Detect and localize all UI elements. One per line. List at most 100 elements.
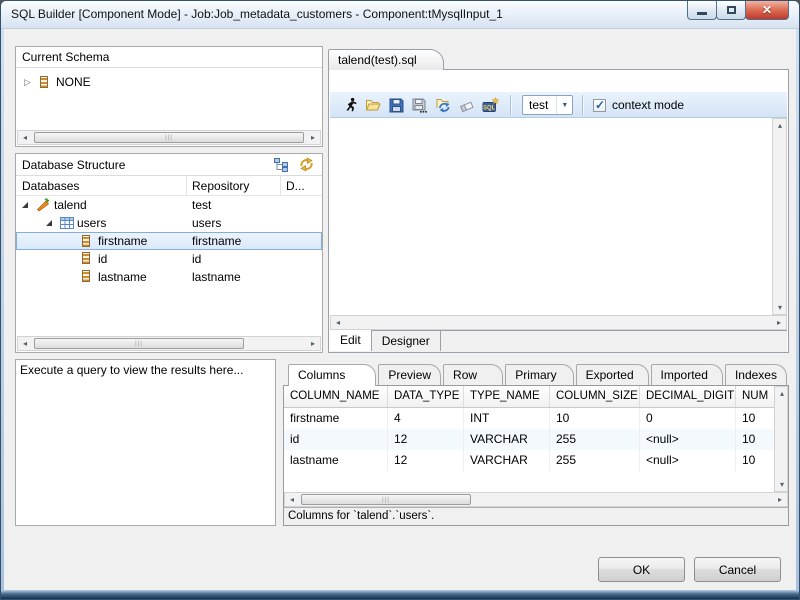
scroll-down-icon[interactable]: ▾	[775, 478, 789, 491]
tab-columns[interactable]: Columns	[288, 364, 376, 386]
cell: 0	[640, 408, 736, 429]
schema-tree-item-none[interactable]: ▷ NONE	[16, 73, 322, 91]
tree-row-firstname[interactable]: firstname firstname	[16, 232, 322, 250]
window-border-right	[796, 28, 799, 599]
editor-vscrollbar[interactable]: ▴ ▾	[772, 118, 787, 315]
tab-designer[interactable]: Designer	[372, 331, 441, 351]
cell: 12	[388, 450, 464, 471]
scroll-right-icon[interactable]: ▸	[773, 493, 787, 506]
expand-open-icon[interactable]	[22, 202, 28, 208]
context-mode-checkbox[interactable]	[593, 98, 606, 112]
window-title: SQL Builder [Component Mode] - Job:Job_m…	[11, 1, 503, 28]
tree-row-talend[interactable]: talend test	[16, 196, 322, 214]
scroll-right-icon[interactable]: ▸	[306, 131, 320, 144]
window-border-bottom	[1, 590, 799, 599]
new-sql-editor-button[interactable]: SQL	[480, 95, 500, 115]
tab-edit[interactable]: Edit	[330, 330, 372, 351]
chevron-down-icon[interactable]: ▼	[556, 96, 572, 114]
scroll-left-icon[interactable]: ◂	[331, 316, 345, 329]
database-connection-icon	[36, 198, 50, 212]
editor-mode-tabs: Edit Designer	[330, 330, 787, 351]
maximize-icon	[727, 6, 736, 14]
save-as-button[interactable]	[409, 95, 429, 115]
tree-row-lastname[interactable]: lastname lastname	[16, 268, 322, 286]
open-button[interactable]	[363, 95, 383, 115]
tab-preview[interactable]: Preview	[378, 364, 441, 386]
cell: 255	[550, 429, 640, 450]
scroll-left-icon[interactable]: ◂	[18, 131, 32, 144]
grid-col-header[interactable]: NUM	[736, 386, 774, 407]
editor-hscrollbar[interactable]: ◂ ▸	[330, 315, 787, 330]
scrollbar-thumb[interactable]: |||	[301, 494, 471, 505]
database-structure-title: Database Structure	[22, 158, 125, 172]
table-vscrollbar[interactable]: ▴ ▾	[774, 386, 788, 492]
current-schema-hscrollbar[interactable]: ◂ ▸ |||	[17, 130, 321, 145]
scroll-down-icon[interactable]: ▾	[773, 301, 787, 314]
results-panel: Execute a query to view the results here…	[15, 359, 276, 526]
tab-exported-keys[interactable]: Exported Keys	[576, 364, 649, 386]
cell: id	[284, 429, 388, 450]
close-button[interactable]: ✕	[745, 1, 789, 20]
execute-query-button[interactable]	[340, 95, 360, 115]
grid-col-header[interactable]: COLUMN_NAME	[284, 386, 388, 407]
minimize-icon	[697, 12, 707, 15]
col-header-databases[interactable]: Databases	[22, 176, 79, 196]
scroll-left-icon[interactable]: ◂	[18, 337, 32, 350]
expand-collapsed-icon[interactable]: ▷	[24, 73, 31, 91]
table-hscrollbar[interactable]: ◂ ▸ |||	[284, 492, 788, 507]
columns-table-body: COLUMN_NAME DATA_TYPE TYPE_NAME COLUMN_S…	[283, 385, 789, 526]
refresh-icon[interactable]	[299, 157, 314, 172]
table-row[interactable]: lastname 12 VARCHAR 255 <null> 10	[284, 450, 774, 471]
columns-table-header: COLUMN_NAME DATA_TYPE TYPE_NAME COLUMN_S…	[284, 386, 774, 408]
tree-row-users[interactable]: users users	[16, 214, 322, 232]
scroll-right-icon[interactable]: ▸	[772, 316, 786, 329]
scrollbar-thumb[interactable]: |||	[34, 338, 244, 349]
eraser-icon	[459, 98, 475, 113]
minimize-button[interactable]	[687, 1, 717, 20]
save-button[interactable]	[386, 95, 406, 115]
cell: 10	[736, 450, 774, 471]
sql-new-icon: SQL	[482, 97, 499, 113]
sql-file-tab[interactable]: talend(test).sql	[328, 49, 444, 70]
column-icon	[82, 270, 90, 282]
sql-text-area[interactable]	[330, 118, 772, 315]
collapse-tree-icon[interactable]	[274, 158, 288, 172]
svg-text:SQL: SQL	[483, 106, 496, 112]
clear-button[interactable]	[457, 95, 477, 115]
scroll-up-icon[interactable]: ▴	[773, 119, 787, 132]
tree-repository-value: id	[192, 250, 201, 268]
titlebar[interactable]: SQL Builder [Component Mode] - Job:Job_m…	[1, 1, 799, 29]
tab-primary-keys[interactable]: Primary Keys	[505, 364, 573, 386]
cell: lastname	[284, 450, 388, 471]
tree-label: lastname	[98, 268, 147, 286]
cell: 10	[550, 408, 640, 429]
scroll-up-icon[interactable]: ▴	[775, 387, 789, 400]
refresh-editor-button[interactable]	[434, 95, 454, 115]
tab-indexes[interactable]: Indexes	[725, 364, 787, 386]
tree-row-id[interactable]: id id	[16, 250, 322, 268]
maximize-button[interactable]	[716, 1, 746, 20]
column-divider[interactable]	[280, 176, 281, 196]
scrollbar-thumb[interactable]: |||	[34, 132, 304, 143]
ok-button[interactable]: OK	[598, 557, 685, 582]
results-placeholder: Execute a query to view the results here…	[20, 363, 243, 377]
tab-imported-keys[interactable]: Imported Keys	[651, 364, 723, 386]
col-header-repository[interactable]: Repository	[192, 176, 249, 196]
cell: 12	[388, 429, 464, 450]
scroll-left-icon[interactable]: ◂	[285, 493, 299, 506]
table-row[interactable]: firstname 4 INT 10 0 10	[284, 408, 774, 429]
cancel-button[interactable]: Cancel	[694, 557, 781, 582]
column-divider[interactable]	[186, 176, 187, 196]
window-border-left	[1, 28, 4, 599]
grid-col-header[interactable]: DECIMAL_DIGITS	[640, 386, 736, 407]
table-row[interactable]: id 12 VARCHAR 255 <null> 10	[284, 429, 774, 450]
grid-col-header[interactable]: TYPE_NAME	[464, 386, 550, 407]
tab-row-count[interactable]: Row Count	[443, 364, 503, 386]
structure-hscrollbar[interactable]: ◂ ▸ |||	[17, 336, 321, 351]
grid-col-header[interactable]: COLUMN_SIZE	[550, 386, 640, 407]
scroll-right-icon[interactable]: ▸	[306, 337, 320, 350]
grid-col-header[interactable]: DATA_TYPE	[388, 386, 464, 407]
col-header-d[interactable]: D...	[286, 176, 305, 196]
expand-open-icon[interactable]	[46, 220, 52, 226]
connection-combo[interactable]: test ▼	[522, 95, 573, 115]
